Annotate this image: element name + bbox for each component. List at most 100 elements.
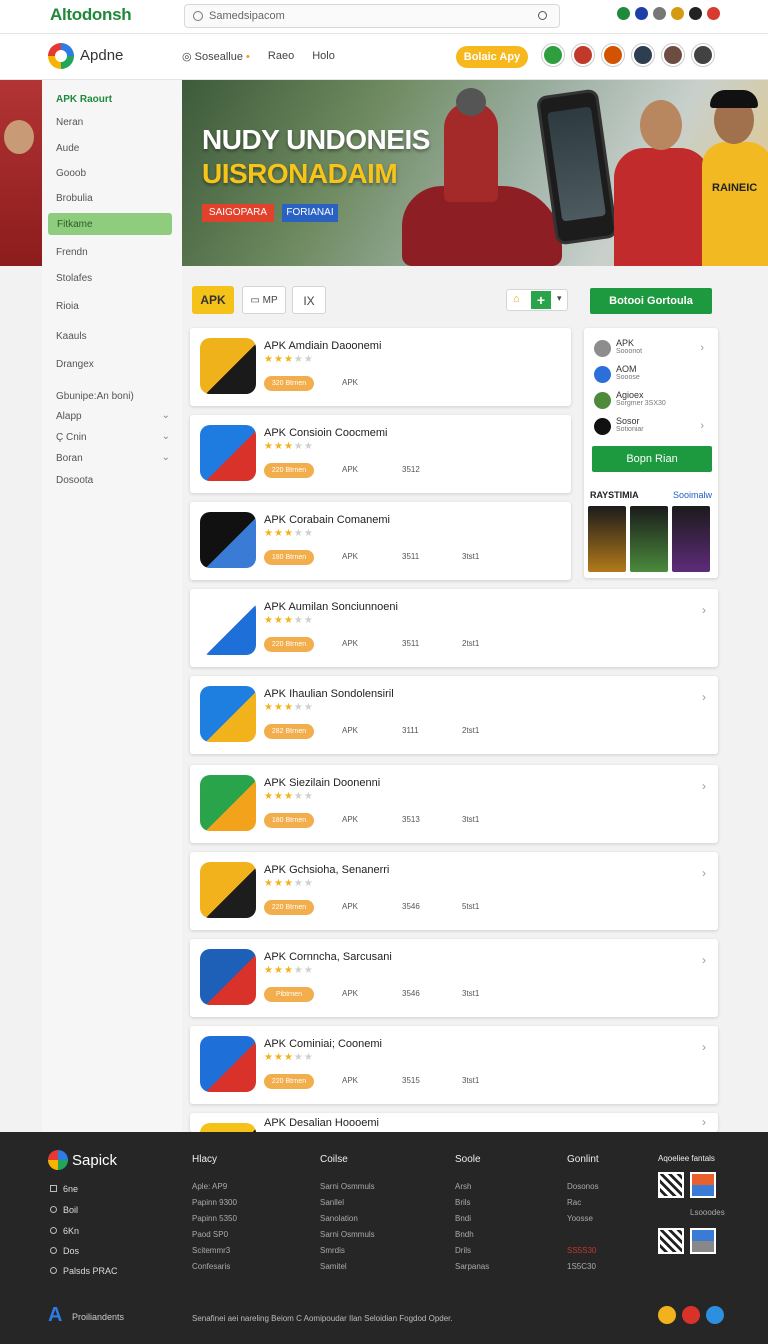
footer-link[interactable]: Boil — [50, 1205, 78, 1215]
hero-banner[interactable]: RAINEIC NUDY UNDONEIS UISRONADAIM SAIGOP… — [182, 80, 768, 266]
download-count-badge[interactable]: 220 Btrnen — [264, 900, 314, 915]
sidebar-sub-item[interactable]: Alapp ⌄ — [56, 410, 172, 422]
app-card[interactable]: APK Cominiai; Coonemi ★★★★★ 220 Btrnen APK 3… — [190, 1026, 718, 1104]
footer-link[interactable]: Papinn 9300 — [192, 1198, 237, 1207]
download-count-badge[interactable]: 180 Btrnen — [264, 813, 314, 828]
nav-link-3[interactable]: Holo — [312, 50, 335, 63]
cta-button[interactable]: Bolaic Apy — [456, 46, 528, 68]
app-card[interactable]: APK Aumilan Sonciunnoeni ★★★★★ 220 Btrnen A… — [190, 589, 718, 667]
footer-link[interactable]: Sarni Osmmuls — [320, 1230, 375, 1239]
nav-link-2[interactable]: Raeo — [268, 50, 294, 63]
side-panel-item[interactable]: Agioex Sorgmer 3SX30 — [594, 390, 712, 414]
caret-down-icon[interactable]: ▾ — [557, 293, 562, 304]
toolbar-icon[interactable] — [689, 7, 702, 20]
footer-link[interactable]: Aple: AP9 — [192, 1182, 227, 1191]
app-store-icon[interactable] — [690, 1172, 716, 1198]
play-store-icon[interactable] — [690, 1228, 716, 1254]
logo-text[interactable]: Apdne — [80, 47, 123, 64]
chevron-right-icon[interactable]: › — [702, 603, 706, 617]
avatar[interactable] — [692, 44, 714, 66]
avatar[interactable] — [662, 44, 684, 66]
download-count-badge[interactable]: 180 Btrnen — [264, 550, 314, 565]
toolbar-icon[interactable] — [635, 7, 648, 20]
download-count-badge[interactable]: 220 Btrnen — [264, 1074, 314, 1089]
sidebar-item[interactable]: Gooob — [56, 168, 86, 179]
app-card[interactable]: APK Cornncha, Sarcusani ★★★★★ Pibtrnen APK 3… — [190, 939, 718, 1017]
chevron-right-icon[interactable]: › — [702, 1040, 706, 1054]
social-icon[interactable] — [682, 1306, 700, 1324]
footer-link[interactable]: Samitel — [320, 1262, 347, 1271]
chevron-right-icon[interactable]: › — [700, 420, 704, 432]
home-icon[interactable]: ⌂ — [513, 293, 520, 305]
app-logo-icon[interactable] — [48, 43, 74, 69]
sidebar-item[interactable]: Brobulia — [56, 193, 93, 204]
footer-link[interactable]: Sarpanas — [455, 1262, 489, 1271]
game-poster-image[interactable] — [588, 506, 626, 572]
tab-mp[interactable]: ▭ MP — [242, 286, 286, 314]
app-card[interactable]: APK Corabain Comanemi ★★★★★ 180 Btrnen APK 3… — [190, 502, 571, 580]
app-card[interactable]: APK Siezilain Doonenni ★★★★★ 180 Btrnen APK… — [190, 765, 718, 843]
footer-link[interactable]: Arsh — [455, 1182, 471, 1191]
side-panel-item[interactable]: AOM Sooose — [594, 364, 712, 388]
side-panel-item[interactable]: Sosor Sotioniar › — [594, 416, 712, 440]
sidebar-sub-item[interactable]: Ç Cnin ⌄ — [56, 431, 172, 443]
add-button[interactable]: + — [531, 291, 551, 309]
footer-link[interactable]: 6Kn — [50, 1226, 79, 1236]
app-card[interactable]: APK Gchsioha, Senanerri ★★★★★ 220 Btrnen AP… — [190, 852, 718, 930]
qr-code-icon[interactable] — [658, 1172, 684, 1198]
sidebar-item[interactable]: Frendn — [56, 247, 88, 258]
footer-link[interactable]: Smrdis — [320, 1246, 345, 1255]
side-panel-item[interactable]: APK Sooonot › — [594, 338, 712, 362]
avatar[interactable] — [542, 44, 564, 66]
chevron-right-icon[interactable]: › — [700, 342, 704, 354]
footer-link[interactable]: Dos — [50, 1246, 79, 1256]
footer-link[interactable]: Sanllel — [320, 1198, 344, 1207]
sidebar-sub-item[interactable]: Boran ⌄ — [56, 452, 172, 464]
footer-link[interactable]: Bndh — [455, 1230, 474, 1239]
qr-code-icon[interactable] — [658, 1228, 684, 1254]
search-input[interactable]: Samedsipacom — [184, 4, 560, 28]
footer-link[interactable]: Dosonos — [567, 1182, 599, 1191]
app-card[interactable]: APK Amdiain Daoonemi ★★★★★ 320 Btrnen APK — [190, 328, 571, 406]
sidebar-item[interactable]: Neran — [56, 117, 83, 128]
sidebar-item[interactable]: Aude — [56, 143, 79, 154]
footer-link[interactable]: Confesaris — [192, 1262, 230, 1271]
footer-link[interactable]: Paod SP0 — [192, 1230, 228, 1239]
download-count-badge[interactable]: 220 Btrnen — [264, 637, 314, 652]
download-button[interactable]: Botooi Gortoula — [590, 288, 712, 314]
footer-a-logo-icon[interactable]: A — [48, 1304, 66, 1326]
tab-apk[interactable]: APK — [192, 286, 234, 314]
avatar[interactable] — [602, 44, 624, 66]
site-brand[interactable]: Altodonsh — [50, 5, 132, 25]
toolbar-icon[interactable] — [653, 7, 666, 20]
sidebar-item[interactable]: Kaauls — [56, 331, 87, 342]
footer-link[interactable]: Brils — [455, 1198, 471, 1207]
download-count-badge[interactable]: 320 Btrnen — [264, 376, 314, 391]
magnifier-icon[interactable] — [538, 11, 547, 20]
footer-logo-text[interactable]: Sapick — [72, 1152, 117, 1169]
download-count-badge[interactable]: 220 Btrnen — [264, 463, 314, 478]
nav-link-1[interactable]: ◎ Soseallue • — [182, 50, 250, 63]
footer-link[interactable]: Rac — [567, 1198, 581, 1207]
chevron-right-icon[interactable]: › — [702, 690, 706, 704]
app-card[interactable]: APK Ihaulian Sondolensiril ★★★★★ 282 Btrne… — [190, 676, 718, 754]
footer-link[interactable]: Yoosse — [567, 1214, 593, 1223]
footer-link[interactable]: 6ne — [50, 1184, 78, 1194]
game-poster-image[interactable] — [672, 506, 710, 572]
footer-link[interactable]: SS5S30 — [567, 1246, 596, 1255]
hero-badge[interactable]: SAIGOPARA — [202, 204, 274, 222]
toolbar-icon[interactable] — [707, 7, 720, 20]
download-count-badge[interactable]: Pibtrnen — [264, 987, 314, 1002]
sidebar-item-active[interactable]: Fitkame — [48, 213, 172, 235]
toolbar-icon[interactable] — [617, 7, 630, 20]
download-count-badge[interactable]: 282 Btrnen — [264, 724, 314, 739]
side-panel-button[interactable]: Bopn Rian — [592, 446, 712, 472]
footer-link[interactable]: Palsds PRAC — [50, 1266, 118, 1276]
social-icon[interactable] — [706, 1306, 724, 1324]
sidebar-item[interactable]: Stolafes — [56, 273, 92, 284]
footer-link[interactable]: Sarni Osmmuls — [320, 1182, 375, 1191]
chevron-right-icon[interactable]: › — [702, 866, 706, 880]
footer-link[interactable]: Papinn 5350 — [192, 1214, 237, 1223]
social-icon[interactable] — [658, 1306, 676, 1324]
game-poster-image[interactable] — [630, 506, 668, 572]
